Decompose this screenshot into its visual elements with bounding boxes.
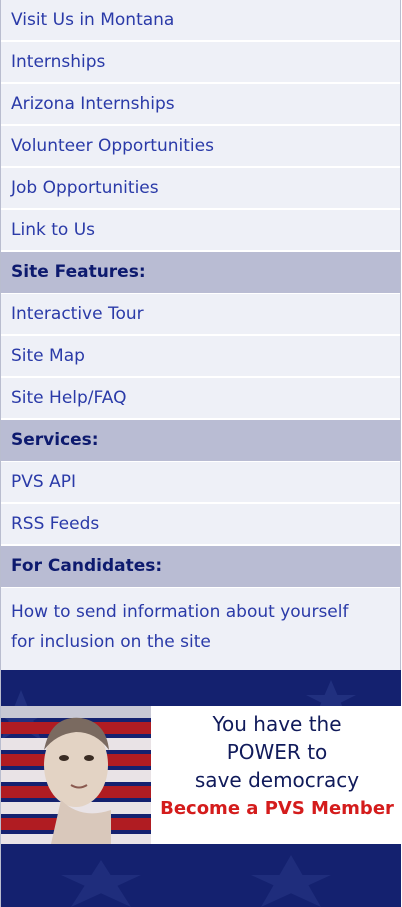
- membership-banner[interactable]: You have the POWER to save democracy Bec…: [0, 670, 401, 907]
- nav-link-arizona-internships[interactable]: Arizona Internships: [1, 84, 400, 126]
- nav-link-site-help-faq[interactable]: Site Help/FAQ: [1, 378, 400, 420]
- sidebar-nav: Visit Us in Montana Internships Arizona …: [0, 0, 401, 670]
- nav-link-site-map[interactable]: Site Map: [1, 336, 400, 378]
- nav-link-visit-montana[interactable]: Visit Us in Montana: [1, 0, 400, 42]
- nav-link-interactive-tour[interactable]: Interactive Tour: [1, 294, 400, 336]
- nav-link-pvs-api[interactable]: PVS API: [1, 462, 400, 504]
- nav-link-send-information[interactable]: How to send information about yourself f…: [1, 588, 400, 670]
- section-header-services: Services:: [1, 420, 400, 462]
- nav-link-internships[interactable]: Internships: [1, 42, 400, 84]
- become-member-link[interactable]: Become a PVS Member: [151, 794, 401, 824]
- banner-line-3: save democracy: [194, 768, 360, 792]
- banner-line-2: POWER to: [226, 740, 328, 764]
- nav-link-rss-feeds[interactable]: RSS Feeds: [1, 504, 400, 546]
- nav-link-volunteer-opportunities[interactable]: Volunteer Opportunities: [1, 126, 400, 168]
- section-header-site-features: Site Features:: [1, 252, 400, 294]
- banner-text-panel: You have the POWER to save democracy Bec…: [151, 706, 401, 844]
- nav-link-job-opportunities[interactable]: Job Opportunities: [1, 168, 400, 210]
- nav-link-link-to-us[interactable]: Link to Us: [1, 210, 400, 252]
- banner-line-1: You have the: [212, 712, 342, 736]
- section-header-for-candidates: For Candidates:: [1, 546, 400, 588]
